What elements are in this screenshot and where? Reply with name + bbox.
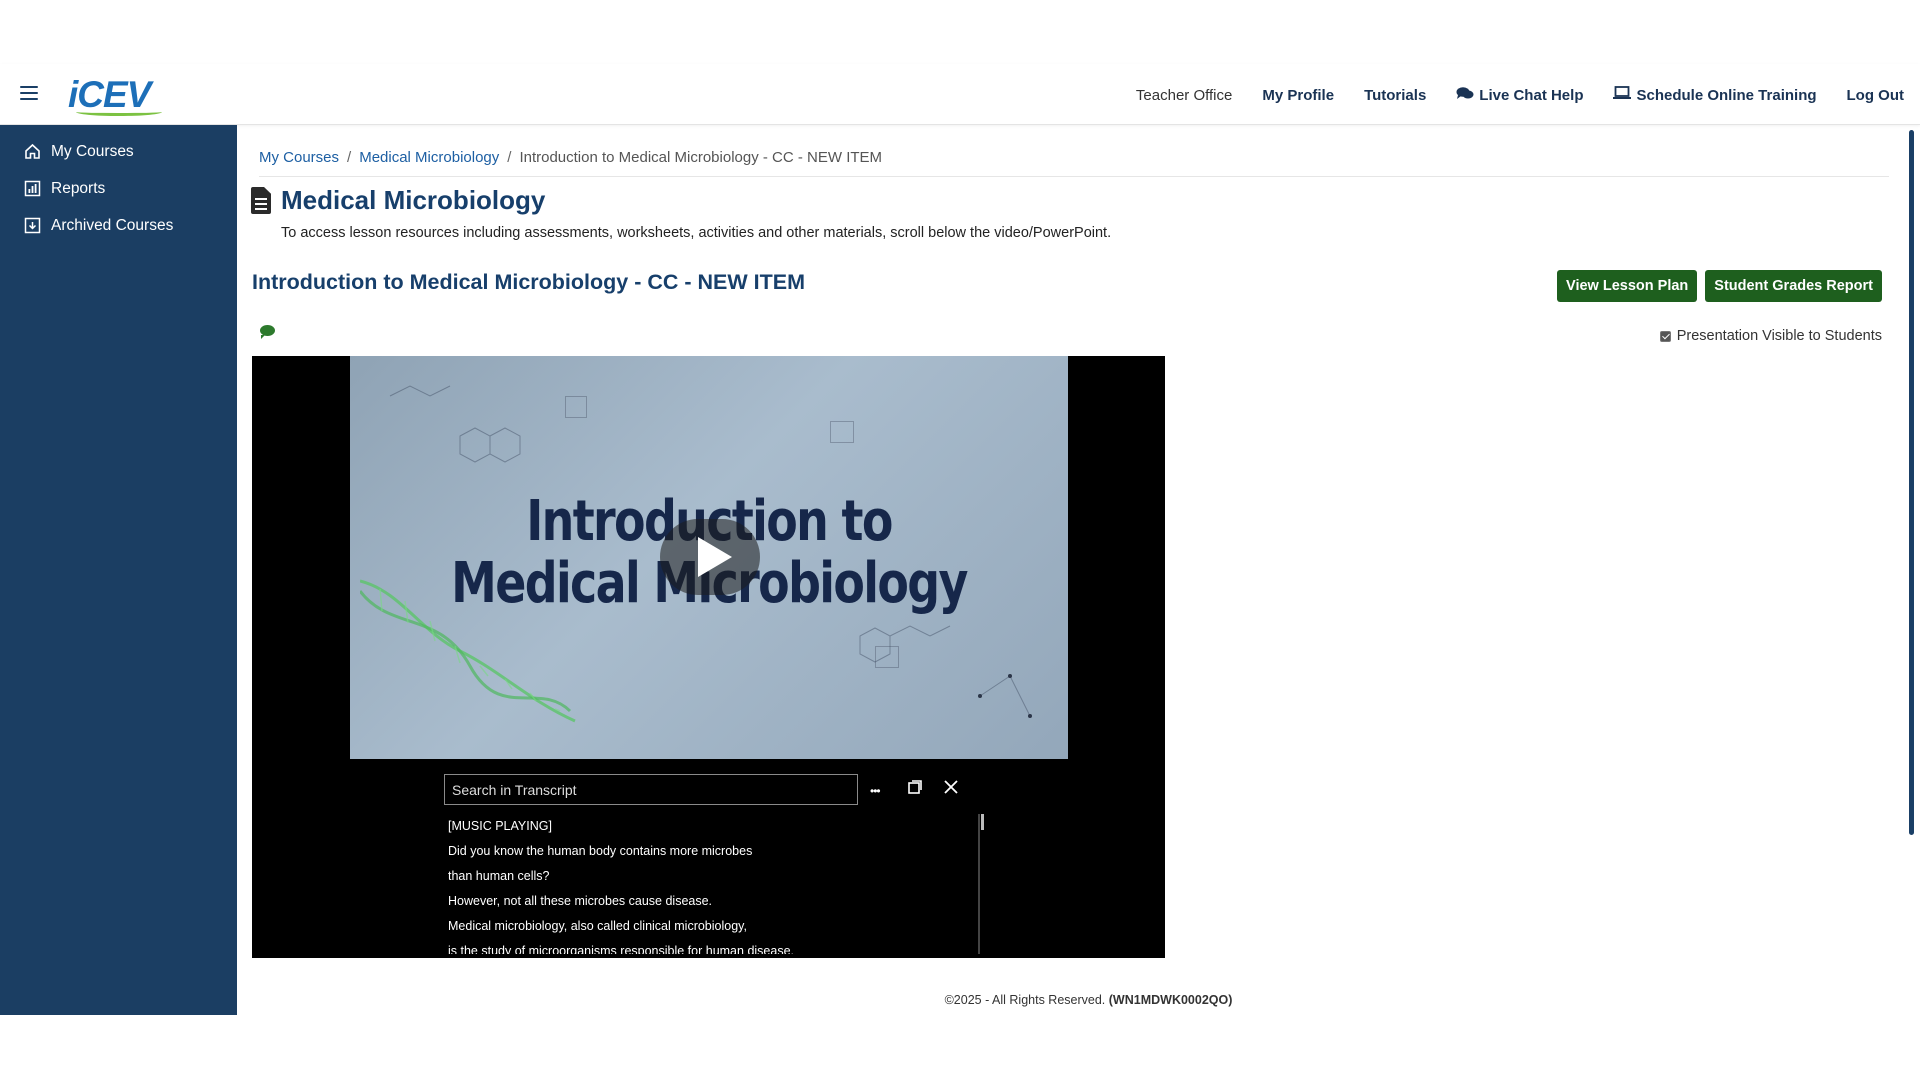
nav-label: Log Out bbox=[1846, 86, 1904, 104]
view-lesson-plan-button[interactable]: View Lesson Plan bbox=[1557, 270, 1698, 302]
transcript-line[interactable]: Medical microbiology, also called clinic… bbox=[448, 914, 978, 939]
chart-icon bbox=[24, 180, 41, 197]
comment-icon[interactable] bbox=[260, 325, 275, 339]
footer-code: (WN1MDWK0002QO) bbox=[1108, 993, 1233, 1007]
page-title: Medical Microbiology bbox=[281, 185, 546, 215]
nav-label: Live Chat Help bbox=[1479, 86, 1584, 104]
transcript-line[interactable]: Did you know the human body contains mor… bbox=[448, 839, 978, 864]
breadcrumb-current: Introduction to Medical Microbiology - C… bbox=[519, 149, 883, 166]
breadcrumb-separator: / bbox=[507, 149, 512, 166]
play-button[interactable] bbox=[660, 519, 760, 595]
breadcrumb-separator: / bbox=[347, 149, 352, 166]
sidebar-item-my-courses[interactable]: My Courses bbox=[0, 133, 237, 170]
sidebar-item-reports[interactable]: Reports bbox=[0, 170, 237, 207]
video-slide: Introduction to Medical Microbiology bbox=[350, 356, 1068, 759]
footer-copyright: ©2025 - All Rights Reserved. bbox=[944, 993, 1106, 1007]
page-subtitle: To access lesson resources including ass… bbox=[281, 225, 1112, 241]
logo-swoosh bbox=[76, 108, 162, 116]
nav-my-profile[interactable]: My Profile bbox=[1262, 87, 1334, 104]
transcript-popout-icon[interactable] bbox=[908, 780, 922, 798]
transcript-line[interactable]: [MUSIC PLAYING] bbox=[448, 814, 978, 839]
molecule-graphic bbox=[859, 625, 1032, 718]
laptop-icon bbox=[1613, 86, 1632, 104]
molecule-graphic bbox=[389, 385, 521, 463]
presentation-visibility: Presentation Visible to Students bbox=[1659, 328, 1882, 344]
sidebar-item-label: My Courses bbox=[51, 142, 134, 160]
nav-tutorials[interactable]: Tutorials bbox=[1364, 87, 1426, 104]
transcript-lines[interactable]: [MUSIC PLAYING] Did you know the human b… bbox=[448, 814, 980, 954]
nav-live-chat-help[interactable]: Live Chat Help bbox=[1456, 86, 1583, 104]
lesson-title: Introduction to Medical Microbiology - C… bbox=[252, 270, 805, 294]
nav-teacher-office[interactable]: Teacher Office bbox=[1136, 87, 1232, 104]
page-title-row: Medical Microbiology bbox=[251, 185, 545, 216]
breadcrumb-medical-microbiology[interactable]: Medical Microbiology bbox=[359, 149, 499, 166]
top-nav: Teacher Office My Profile Tutorials Live… bbox=[1106, 86, 1904, 104]
sidebar-item-label: Reports bbox=[51, 179, 106, 197]
student-grades-report-button[interactable]: Student Grades Report bbox=[1705, 270, 1882, 302]
transcript-panel: ••• [MUSIC PLAYING] Did you know the hum… bbox=[444, 774, 994, 958]
sidebar-item-archived-courses[interactable]: Archived Courses bbox=[0, 207, 237, 244]
chat-bubbles-icon bbox=[1456, 86, 1474, 104]
top-header: iCEV Teacher Office My Profile Tutorials… bbox=[0, 64, 1920, 125]
presentation-visible-checkbox[interactable] bbox=[1659, 330, 1671, 342]
presentation-visible-label: Presentation Visible to Students bbox=[1676, 328, 1882, 344]
transcript-search-input[interactable] bbox=[444, 774, 858, 805]
nav-label: Schedule Online Training bbox=[1636, 86, 1817, 104]
video-player[interactable]: Introduction to Medical Microbiology •••… bbox=[252, 356, 1165, 958]
home-icon bbox=[24, 143, 41, 160]
nav-schedule-online-training[interactable]: Schedule Online Training bbox=[1613, 86, 1817, 104]
transcript-line[interactable]: than human cells? bbox=[448, 864, 978, 889]
breadcrumb: My Courses / Medical Microbiology / Introduc… bbox=[259, 149, 1889, 177]
transcript-more-options-icon[interactable]: ••• bbox=[870, 782, 881, 800]
transcript-scrollbar[interactable] bbox=[981, 814, 984, 830]
nav-label: My Profile bbox=[1262, 86, 1335, 104]
transcript-line[interactable]: is the study of microorganisms responsib… bbox=[448, 939, 978, 954]
transcript-line[interactable]: However, not all these microbes cause di… bbox=[448, 889, 978, 914]
page-scrollbar[interactable] bbox=[1909, 130, 1914, 835]
nav-log-out[interactable]: Log Out bbox=[1847, 87, 1904, 104]
hamburger-menu-icon[interactable] bbox=[20, 86, 38, 100]
nav-label: Tutorials bbox=[1364, 86, 1427, 104]
breadcrumb-my-courses[interactable]: My Courses bbox=[259, 149, 339, 166]
document-icon bbox=[251, 187, 271, 214]
element-box-decoration bbox=[830, 421, 854, 443]
main-content: My Courses / Medical Microbiology / Introduc… bbox=[237, 125, 1900, 1015]
lesson-actions: View Lesson Plan Student Grades Report bbox=[1549, 270, 1882, 302]
icev-logo[interactable]: iCEV bbox=[68, 72, 172, 118]
nav-label: Teacher Office bbox=[1135, 86, 1233, 104]
transcript-close-icon[interactable] bbox=[944, 780, 958, 798]
archive-icon bbox=[24, 217, 41, 234]
sidebar-item-label: Archived Courses bbox=[51, 216, 174, 234]
footer: ©2025 - All Rights Reserved. (WN1MDWK000… bbox=[237, 993, 1900, 1007]
sidebar: My Courses Reports Archived Courses bbox=[0, 125, 237, 1015]
